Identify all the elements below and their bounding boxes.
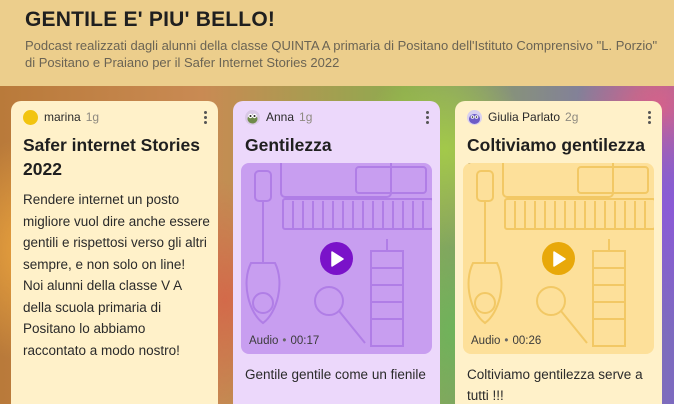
play-icon	[552, 250, 566, 267]
post-title: Gentilezza	[245, 135, 332, 155]
post-card[interactable]: Anna 1g Gentilezza Audio • 00:17 Gentile…	[233, 101, 440, 404]
post-author-row: Anna 1g	[245, 109, 432, 125]
audio-attachment[interactable]: Audio • 00:26	[463, 163, 654, 354]
media-duration: 00:26	[512, 335, 542, 347]
play-icon	[330, 250, 344, 267]
post-title: Safer internet Stories 2022	[23, 135, 200, 179]
audio-meta: Audio • 00:26	[471, 335, 541, 347]
audio-meta: Audio • 00:17	[249, 335, 319, 347]
padlet-header: GENTILE E' PIU' BELLO! Podcast realizzat…	[0, 0, 674, 86]
separator-dot: •	[282, 335, 287, 347]
separator-dot: •	[504, 335, 509, 347]
media-duration: 00:17	[290, 335, 320, 347]
page-title: GENTILE E' PIU' BELLO!	[25, 8, 276, 31]
author-name: marina	[44, 110, 81, 124]
post-menu-icon[interactable]	[200, 108, 210, 126]
post-caption: Gentile gentile come un fienile	[245, 367, 426, 382]
post-card[interactable]: Giulia Parlato 2g Coltiviamo gentilezza …	[455, 101, 662, 404]
post-author-row: marina 1g	[23, 109, 210, 125]
post-menu-icon[interactable]	[422, 108, 432, 126]
author-name: Giulia Parlato	[488, 110, 561, 124]
post-time: 2g	[565, 110, 579, 124]
bug-avatar-icon	[245, 109, 260, 125]
avatar	[23, 109, 38, 125]
audio-attachment[interactable]: Audio • 00:17	[241, 163, 432, 354]
play-button[interactable]	[542, 242, 575, 275]
post-body: Rendere internet un posto migliore vuol …	[23, 192, 210, 358]
post-menu-icon[interactable]	[644, 108, 654, 126]
play-button[interactable]	[320, 242, 353, 275]
page-subtitle: Podcast realizzati dagli alunni della cl…	[25, 38, 658, 70]
post-author-row: Giulia Parlato 2g	[467, 109, 654, 125]
post-card[interactable]: marina 1g Safer internet Stories 2022 Re…	[11, 101, 218, 404]
post-time: 1g	[85, 110, 100, 124]
media-type: Audio	[471, 335, 501, 347]
author-name: Anna	[266, 110, 295, 124]
post-time: 1g	[299, 110, 313, 124]
monster-avatar-icon	[467, 109, 482, 125]
post-caption: Coltiviamo gentilezza serve a tutti !!!	[467, 367, 643, 403]
media-type: Audio	[249, 335, 279, 347]
